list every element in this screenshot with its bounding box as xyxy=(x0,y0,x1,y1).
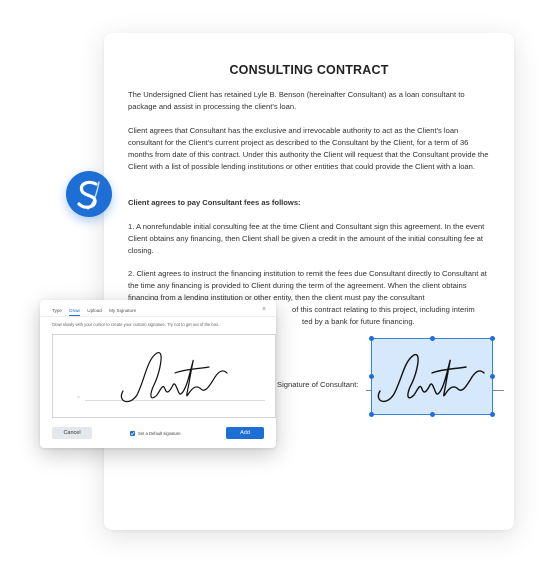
signature-dialog: Type Draw Upload My Signature × Draw slo… xyxy=(40,300,276,448)
app-logo-icon xyxy=(66,171,112,217)
signature-tabs: Type Draw Upload My Signature xyxy=(52,308,142,316)
tab-draw[interactable]: Draw xyxy=(69,308,80,316)
resize-handle-bl[interactable] xyxy=(369,412,374,417)
paragraph-fee-1: 1. A nonrefundable initial consulting fe… xyxy=(128,222,485,255)
paragraph-authority: Client agrees that Consultant has the ex… xyxy=(128,126,489,171)
document-title: CONSULTING CONTRACT xyxy=(229,63,389,77)
paragraph-fee-2: 2. Client agrees to instruct the financi… xyxy=(128,269,487,302)
resize-handle-bc[interactable] xyxy=(430,412,435,417)
cancel-button[interactable]: Cancel xyxy=(52,427,92,439)
paragraph-intro: The Undersigned Client has retained Lyle… xyxy=(128,90,465,111)
tab-type[interactable]: Type xyxy=(52,308,62,315)
paragraph-fee-2-cont: of this contract relating to this projec… xyxy=(292,305,475,314)
resize-handle-ml[interactable] xyxy=(369,374,374,379)
close-icon[interactable]: × xyxy=(262,306,266,313)
resize-handle-br[interactable] xyxy=(490,412,495,417)
logo-letter-icon xyxy=(77,180,100,210)
signature-image xyxy=(377,353,485,403)
resize-handle-tl[interactable] xyxy=(369,336,374,341)
default-signature-checkbox[interactable] xyxy=(130,431,135,436)
signature-draw-pad[interactable]: × xyxy=(52,334,276,418)
signature-label: Signature of Consultant: xyxy=(277,380,359,389)
add-button[interactable]: Add xyxy=(226,427,264,439)
resize-handle-tr[interactable] xyxy=(490,336,495,341)
paragraph-fee-2-end: ted by a bank for future financing. xyxy=(302,317,415,326)
checkmark-icon xyxy=(130,432,135,436)
tab-divider xyxy=(40,316,276,317)
draw-instructions: Draw slowly with your cursor to create y… xyxy=(52,322,220,327)
contract-document: CONSULTING CONTRACT The Undersigned Clie… xyxy=(104,33,514,530)
resize-handle-mr[interactable] xyxy=(490,374,495,379)
placed-signature[interactable] xyxy=(369,336,495,417)
resize-handle-tc[interactable] xyxy=(430,336,435,341)
tab-my-signature[interactable]: My Signature xyxy=(109,308,136,315)
drawn-signature xyxy=(120,352,228,403)
default-signature-label: Set a Default signature xyxy=(138,431,181,436)
tab-upload[interactable]: Upload xyxy=(87,308,102,315)
paragraph-fees-heading: Client agrees to pay Consultant fees as … xyxy=(128,198,301,207)
